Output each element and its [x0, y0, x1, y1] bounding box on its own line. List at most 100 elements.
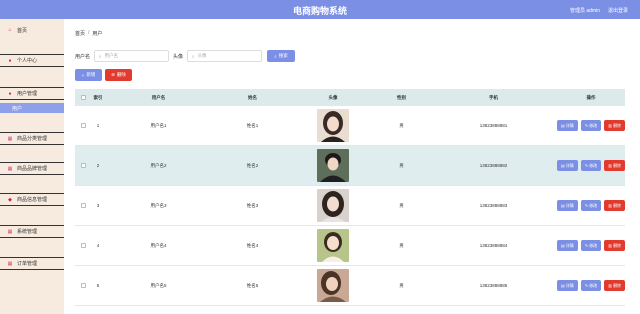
sidebar-item-category[interactable]: ▦ 商品分类管理 [0, 132, 64, 145]
edit-button[interactable]: ✎ 修改 [580, 280, 602, 291]
username-placeholder: 用户名 [104, 53, 119, 58]
checkbox-box[interactable] [80, 163, 86, 168]
checkbox-box[interactable] [80, 203, 86, 208]
edit-label: 修改 [589, 122, 598, 128]
row-checkbox[interactable] [75, 203, 91, 208]
edit-button[interactable]: ✎ 修改 [580, 160, 602, 171]
user-table: 索引 用户名 姓名 头像 性别 手机 操作 1 用户名1 姓名1 男 13823… [75, 89, 626, 306]
delete-label: 删除 [613, 162, 622, 168]
col-actions: 操作 [586, 94, 596, 100]
edit-button[interactable]: ✎ 修改 [580, 200, 602, 211]
table-row[interactable]: 2 用户名2 姓名2 男 13823888882 ▤ 详情 ✎ 修改 ▥ 删除 [75, 146, 626, 186]
table-row[interactable]: 5 用户名5 姓名5 男 13823888885 ▤ 详情 ✎ 修改 ▥ 删除 [75, 266, 626, 306]
table-row[interactable]: 3 用户名3 姓名3 男 13823888883 ▤ 详情 ✎ 修改 ▥ 删除 [75, 186, 626, 226]
edit-label: 修改 [589, 202, 598, 208]
sidebar-item-product[interactable]: ◆ 商品信息管理 [0, 193, 64, 206]
cell-phone: 13823888881 [479, 123, 508, 128]
plus-icon: + [81, 72, 85, 78]
sidebar-item-orders[interactable]: ▦ 订单管理 [0, 257, 64, 270]
app-title: 电商购物系统 [292, 6, 347, 16]
trash-icon: ▥ [608, 243, 613, 248]
cell-name: 姓名3 [246, 202, 259, 208]
add-button-label: 新增 [86, 72, 96, 77]
breadcrumb-home[interactable]: 首页 [75, 30, 85, 37]
trash-icon: ⊗ [111, 72, 115, 77]
delete-button[interactable]: ▥ 删除 [604, 280, 626, 291]
sidebar: ⌂ 首页 ● 个人中心 ● 用户管理 用户 ▦ 商品分类管理 ▦ 商品品牌管理 … [0, 19, 64, 314]
edit-button[interactable]: ✎ 修改 [580, 120, 602, 131]
select-all-checkbox[interactable] [75, 95, 91, 100]
grid-icon: ▦ [7, 135, 13, 142]
trash-icon: ▥ [608, 163, 613, 168]
delete-label: 删除 [613, 202, 622, 208]
top-bar: 电商购物系统 管理员 admin 退出登录 [0, 0, 640, 19]
cell-username: 用户名4 [150, 242, 167, 248]
delete-button[interactable]: ▥ 删除 [604, 120, 626, 131]
view-button[interactable]: ▤ 详情 [557, 280, 578, 291]
sidebar-item-personal[interactable]: ● 个人中心 [0, 54, 64, 67]
username-input[interactable]: ⌕ 用户名 [94, 50, 170, 62]
search-icon: ⌕ [274, 53, 277, 59]
avatar [317, 229, 349, 262]
sidebar-item-users[interactable]: ● 用户管理 [0, 87, 64, 100]
cell-avatar [293, 269, 373, 302]
logout-link[interactable]: 退出登录 [608, 7, 628, 14]
add-button[interactable]: + 新增 [75, 69, 102, 81]
table-header: 索引 用户名 姓名 头像 性别 手机 操作 [75, 89, 625, 106]
avatar-input[interactable]: ⌕ 头像 [187, 50, 263, 62]
search-button[interactable]: ⌕ 搜索 [267, 50, 296, 62]
table-row[interactable]: 4 用户名4 姓名4 男 13823888884 ▤ 详情 ✎ 修改 ▥ 删除 [75, 226, 626, 266]
delete-button[interactable]: ▥ 删除 [604, 240, 626, 251]
delete-button[interactable]: ▥ 删除 [604, 200, 626, 211]
search-icon: ⌕ [99, 53, 102, 59]
sidebar-item-home[interactable]: ⌂ 首页 [0, 19, 64, 41]
checkbox-box[interactable] [80, 243, 86, 248]
cell-name: 姓名5 [246, 282, 259, 288]
cell-phone: 13823888885 [479, 283, 508, 288]
info-icon: ▤ [560, 203, 565, 208]
cell-index: 2 [96, 163, 100, 168]
table-row[interactable]: 1 用户名1 姓名1 男 13823888881 ▤ 详情 ✎ 修改 ▥ 删除 [75, 106, 626, 146]
delete-button[interactable]: ▥ 删除 [604, 160, 626, 171]
sidebar-subitem-user[interactable]: 用户 [0, 103, 64, 113]
breadcrumb: 首页 / 用户 [75, 30, 102, 37]
row-checkbox[interactable] [75, 123, 91, 128]
checkbox-box[interactable] [80, 283, 86, 288]
sidebar-item-brand[interactable]: ▦ 商品品牌管理 [0, 162, 64, 175]
toolbar: + 新增 ⊗ 删除 [75, 69, 132, 81]
search-icon: ⌕ [192, 53, 195, 59]
edit-label: 修改 [589, 162, 598, 168]
sidebar-item-system[interactable]: ▦ 系统管理 [0, 225, 64, 238]
view-button[interactable]: ▤ 详情 [557, 240, 578, 251]
cell-username: 用户名1 [150, 122, 167, 128]
cell-sex: 男 [399, 282, 404, 288]
cell-actions: ▤ 详情 ✎ 修改 ▥ 删除 [557, 240, 626, 251]
user-area: 管理员 admin 退出登录 [570, 7, 628, 14]
row-checkbox[interactable] [75, 163, 91, 168]
breadcrumb-current: 用户 [92, 31, 103, 37]
trash-icon: ▥ [608, 123, 613, 128]
checkbox-box[interactable] [80, 95, 86, 100]
cell-sex: 男 [399, 242, 404, 248]
row-checkbox[interactable] [75, 243, 91, 248]
col-index: 索引 [93, 94, 103, 100]
view-label: 详情 [565, 242, 574, 248]
view-button[interactable]: ▤ 详情 [557, 160, 578, 171]
cell-sex: 男 [399, 162, 404, 168]
row-checkbox[interactable] [75, 283, 91, 288]
view-button[interactable]: ▤ 详情 [557, 200, 578, 211]
cell-name: 姓名4 [246, 242, 259, 248]
cell-actions: ▤ 详情 ✎ 修改 ▥ 删除 [557, 280, 626, 291]
edit-label: 修改 [589, 282, 598, 288]
checkbox-box[interactable] [80, 123, 86, 128]
edit-button[interactable]: ✎ 修改 [580, 240, 602, 251]
edit-icon: ✎ [584, 163, 589, 168]
bulk-delete-button[interactable]: ⊗ 删除 [105, 69, 132, 81]
view-button[interactable]: ▤ 详情 [557, 120, 578, 131]
cell-actions: ▤ 详情 ✎ 修改 ▥ 删除 [557, 120, 626, 131]
delete-label: 删除 [613, 122, 622, 128]
cell-index: 5 [96, 283, 100, 288]
cell-username: 用户名2 [150, 162, 167, 168]
cell-phone: 13823888883 [479, 203, 508, 208]
cell-avatar [293, 149, 373, 182]
